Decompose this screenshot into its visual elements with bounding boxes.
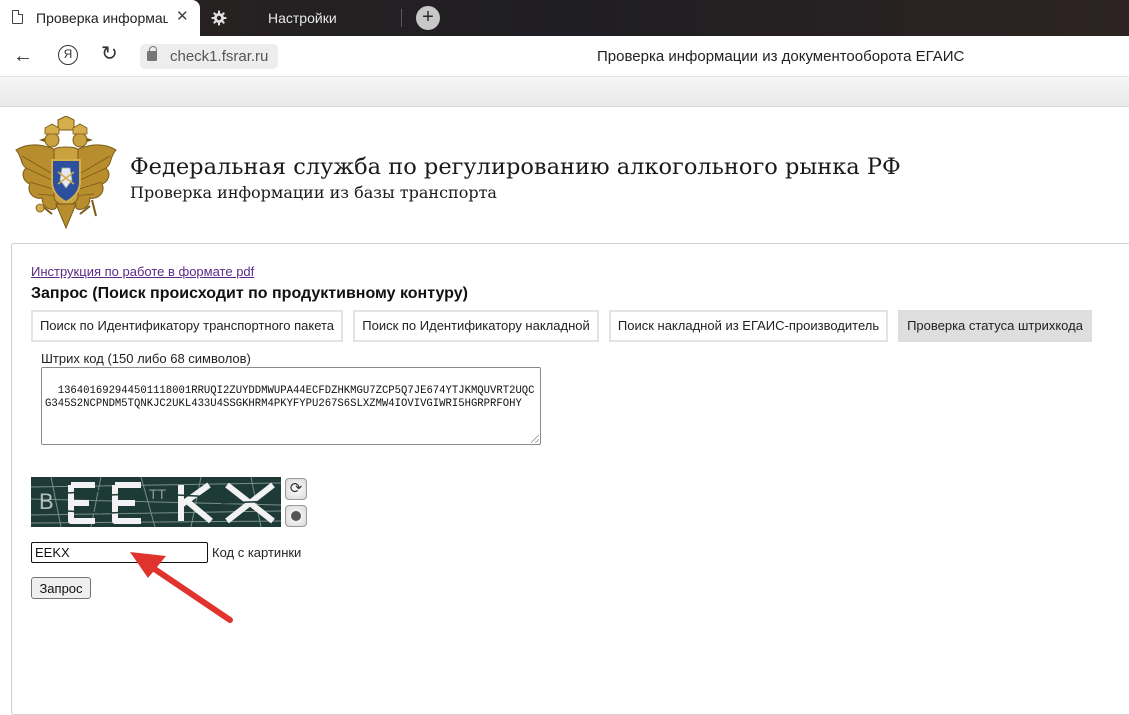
tab-transport-package-search[interactable]: Поиск по Идентификатору транспортного па… [31, 310, 343, 342]
back-arrow-icon[interactable]: ← [13, 45, 33, 67]
new-tab-button[interactable]: + [416, 6, 440, 30]
captcha-code-label: Код с картинки [212, 545, 302, 560]
browser-tab-active[interactable]: Проверка информаци ✕ [0, 0, 200, 36]
address-bar: ← Я ↻ check1.fsrar.ru Проверка информаци… [0, 36, 1129, 77]
bookmarks-bar [0, 77, 1129, 107]
svg-text:TT: TT [149, 486, 167, 502]
site-subtitle: Проверка информации из базы транспорта [130, 183, 497, 202]
tab-barcode-status-check[interactable]: Проверка статуса штрихкода [898, 310, 1092, 342]
barcode-label: Штрих код (150 либо 68 символов) [41, 351, 251, 366]
yandex-icon[interactable]: Я [58, 45, 78, 65]
page-title-heading: Проверка информации из документооборота … [597, 48, 965, 65]
url-field[interactable]: check1.fsrar.ru [140, 44, 278, 69]
tab-settings[interactable]: Настройки [268, 10, 337, 26]
submit-query-button[interactable]: Запрос [31, 577, 91, 599]
resize-grip-icon[interactable] [531, 435, 539, 443]
captcha-refresh-icon[interactable]: ⟳ [285, 478, 307, 500]
pdf-instructions-link[interactable]: Инструкция по работе в формате pdf [31, 264, 254, 279]
gear-icon[interactable] [211, 10, 227, 26]
captcha-audio-icon[interactable] [285, 505, 307, 527]
tab-divider [401, 9, 402, 27]
coat-of-arms-emblem [15, 116, 117, 230]
svg-text:B: B [39, 489, 54, 514]
page-icon [12, 10, 23, 24]
site-title: Федеральная служба по регулированию алко… [130, 154, 901, 180]
barcode-textarea[interactable]: 136401692944501118001RRUQI2ZUYDDMWUPA44E… [41, 367, 541, 445]
tab-egais-producer-invoice-search[interactable]: Поиск накладной из ЕГАИС-производитель [609, 310, 888, 342]
lock-icon[interactable] [147, 46, 157, 61]
tab-title: Проверка информаци [36, 10, 168, 26]
close-icon[interactable]: ✕ [176, 8, 189, 26]
query-heading: Запрос (Поиск происходит по продуктивном… [31, 285, 468, 302]
url-text: check1.fsrar.ru [170, 48, 269, 65]
captcha-image: B TT [31, 477, 281, 527]
captcha-code-input[interactable] [31, 542, 208, 563]
browser-tab-strip: Проверка информаци ✕ Настройки + [0, 0, 1129, 36]
barcode-value: 136401692944501118001RRUQI2ZUYDDMWUPA44E… [45, 384, 535, 411]
tab-invoice-id-search[interactable]: Поиск по Идентификатору накладной [353, 310, 599, 342]
reload-icon[interactable]: ↻ [101, 43, 118, 65]
